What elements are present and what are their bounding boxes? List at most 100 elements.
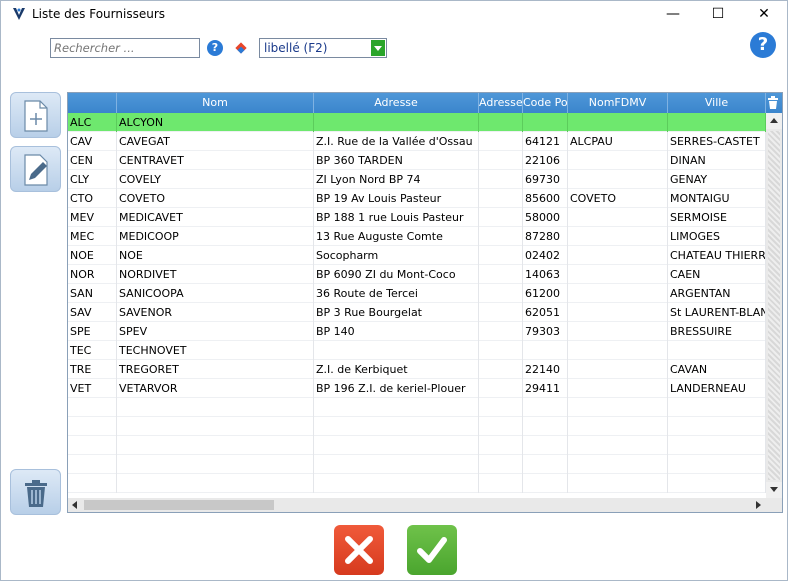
search-input[interactable] [50,38,200,58]
table-row[interactable]: CTO COVETO BP 19 Av Louis Pasteur 85600 COVE… [68,189,766,208]
table-cell: 61200 [523,284,568,303]
table-cell [568,322,668,341]
horizontal-scroll-thumb[interactable] [84,500,274,510]
column-trash-icon[interactable] [768,96,778,109]
table-cell: CLY [68,170,117,189]
table-cell [568,246,668,265]
table-row[interactable]: MEV MEDICAVET BP 188 1 rue Louis Pasteur 58… [68,208,766,227]
table-cell: MEC [68,227,117,246]
table-row[interactable]: SAN SANICOOPA 36 Route de Tercei 61200 ARGEN… [68,284,766,303]
search-field-select[interactable]: libellé (F2) [259,38,387,58]
table-cell: MONTAIGU [668,189,766,208]
table-cell: SANICOOPA [117,284,314,303]
table-cell: 85600 [523,189,568,208]
table-cell: SPE [68,322,117,341]
table-row[interactable]: CAV CAVEGAT Z.I. Rue de la Vallée d'Ossau 6… [68,132,766,151]
table-cell: SERMOISE [668,208,766,227]
table-cell: LANDERNEAU [668,379,766,398]
table-cell: BP 19 Av Louis Pasteur [314,189,479,208]
empty-cell [314,398,479,417]
table-cell: NOE [68,246,117,265]
cancel-button[interactable] [334,525,384,575]
table-row[interactable]: MEC MEDICOOP 13 Rue Auguste Comte 87280 LIMO… [68,227,766,246]
empty-cell [668,436,766,455]
column-header[interactable]: Adresse [479,93,523,113]
scroll-left-button[interactable] [72,501,77,509]
table-cell [479,284,523,303]
chevron-down-icon[interactable] [371,40,385,56]
table-row[interactable]: NOE NOE Socopharm 02402 CHATEAU THIERRY [68,246,766,265]
scroll-down-button[interactable] [766,482,782,498]
table-row[interactable]: CEN CENTRAVET BP 360 TARDEN 22106 DINAN [68,151,766,170]
empty-cell [479,455,523,474]
table-cell: CENTRAVET [117,151,314,170]
empty-cell [68,455,117,474]
table-cell: ARGENTAN [668,284,766,303]
empty-cell [117,455,314,474]
edit-button[interactable] [10,146,61,192]
table-cell: COVETO [568,189,668,208]
minimize-button[interactable]: — [651,1,695,27]
empty-cell [523,455,568,474]
vertical-scrollbar[interactable] [766,113,782,498]
toolbar: ? libellé (F2) ? [1,27,787,87]
empty-row [68,436,766,455]
vertical-scroll-thumb[interactable] [768,131,780,480]
column-header[interactable]: Adresse [314,93,479,113]
column-header[interactable]: Ville [668,93,766,113]
maximize-button[interactable]: ☐ [696,1,740,27]
table-cell: SAN [68,284,117,303]
close-button[interactable]: ✕ [742,1,786,27]
table-cell [479,208,523,227]
window-title: Liste des Fournisseurs [32,7,166,21]
table-cell: 62051 [523,303,568,322]
table-cell [479,303,523,322]
table-row[interactable]: SAV SAVENOR BP 3 Rue Bourgelat 62051 St LAUR… [68,303,766,322]
table-row[interactable]: SPE SPEV BP 140 79303 BRESSUIRE [68,322,766,341]
horizontal-scrollbar[interactable] [68,498,766,512]
table-cell [568,227,668,246]
table-row[interactable]: CLY COVELY ZI Lyon Nord BP 74 69730 GENAY [68,170,766,189]
cancel-icon [345,536,373,564]
validate-button[interactable] [407,525,457,575]
table-cell: NORDIVET [117,265,314,284]
table-cell: GENAY [668,170,766,189]
table-row[interactable]: VET VETARVOR BP 196 Z.I. de keriel-Plouer 2… [68,379,766,398]
table-cell [568,360,668,379]
table-cell [479,246,523,265]
new-button[interactable] [10,92,61,138]
table-row[interactable]: TEC TECHNOVET [68,341,766,360]
column-header[interactable]: Nom [117,93,314,113]
table-cell: 14063 [523,265,568,284]
help-icon[interactable]: ? [750,32,776,58]
delete-button[interactable] [10,469,61,515]
empty-row [68,474,766,493]
empty-cell [568,398,668,417]
scroll-right-button[interactable] [756,501,761,509]
table-cell: 79303 [523,322,568,341]
eraser-icon[interactable] [234,41,248,55]
table-row[interactable]: TRE TREGORET Z.I. de Kerbiquet 22140 CAVAN [68,360,766,379]
table-row[interactable]: ALC ALCYON [68,113,766,132]
table-cell [568,208,668,227]
search-help-icon[interactable]: ? [207,40,223,56]
empty-cell [668,474,766,493]
table-row[interactable]: NOR NORDIVET BP 6090 ZI du Mont-Coco 14063 C… [68,265,766,284]
scroll-corner [766,498,782,512]
empty-cell [68,417,117,436]
empty-cell [68,474,117,493]
table-cell: BP 6090 ZI du Mont-Coco [314,265,479,284]
search-field-value: libellé (F2) [264,41,328,55]
table-cell: SPEV [117,322,314,341]
scroll-up-button[interactable] [766,113,782,129]
column-header[interactable]: Code Po [523,93,568,113]
table-cell: ALC [68,113,117,132]
column-header[interactable] [68,93,117,113]
empty-cell [314,474,479,493]
table-cell [479,322,523,341]
column-header[interactable]: NomFDMV [568,93,668,113]
table-cell: MEDICAVET [117,208,314,227]
table-cell: 87280 [523,227,568,246]
table-cell: CEN [68,151,117,170]
table-cell: St LAURENT-BLANGY [668,303,766,322]
